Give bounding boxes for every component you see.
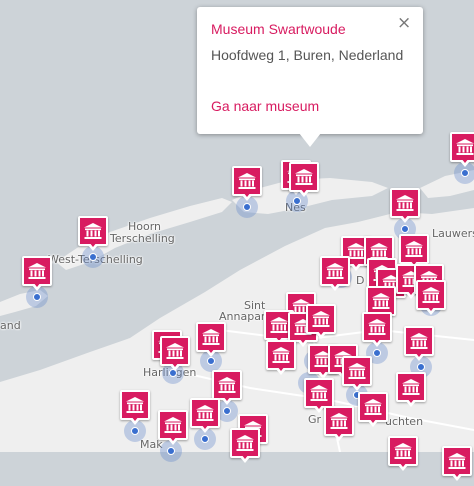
museum-marker[interactable] [22,256,52,296]
museum-marker[interactable] [388,436,418,476]
marker-tip [329,282,341,291]
marker-tip [451,472,463,481]
marker-tip [199,424,211,433]
museum-marker[interactable] [320,256,350,296]
marker-tip [31,282,43,291]
museum-marker[interactable] [450,132,474,172]
museum-marker[interactable] [306,304,336,344]
close-icon[interactable]: × [397,13,411,33]
marker-tip [221,396,233,405]
museum-marker[interactable] [358,392,388,432]
marker-tip [129,416,141,425]
place-label: uchten [385,415,424,428]
museum-marker[interactable] [324,406,354,446]
marker-tip [315,330,327,339]
marker-tip [241,192,253,201]
popup-title: Museum Swartwoude [211,21,346,37]
marker-tip [425,306,437,315]
marker-tip [87,242,99,251]
place-label: D [356,274,365,287]
place-label: and [0,319,21,332]
marker-tip [399,214,411,223]
marker-tip [405,398,417,407]
marker-tip [275,366,287,375]
marker-tip [167,436,179,445]
marker-tip [298,188,310,197]
place-label: Annapar [219,310,266,323]
museum-marker[interactable] [160,336,190,376]
museum-marker[interactable] [342,356,372,396]
place-label: Terschelling [110,232,175,245]
marker-tip [413,352,425,361]
museum-marker[interactable] [230,428,260,468]
museum-marker[interactable] [78,216,108,256]
popup-address: Hoofdweg 1, Buren, Nederland [211,47,404,63]
museum-marker[interactable] [404,326,434,366]
museum-marker[interactable] [196,322,226,362]
marker-tip [239,454,251,463]
marker-tip [350,262,362,271]
museum-marker[interactable] [416,280,446,320]
marker-tip [169,362,181,371]
marker-tip [351,382,363,391]
museum-marker[interactable] [190,398,220,438]
marker-tip [459,158,471,167]
place-label: Hoorn [128,220,162,233]
museum-popup: × Museum Swartwoude Hoofdweg 1, Buren, N… [197,7,423,147]
museum-marker[interactable] [289,162,319,202]
museum-marker[interactable] [362,312,392,352]
museum-marker[interactable] [396,372,426,412]
museum-marker[interactable] [390,188,420,228]
marker-tip [205,348,217,357]
go-to-museum-link[interactable]: Ga naar museum [211,98,319,114]
marker-tip [371,338,383,347]
place-label: Lauwersoo [432,227,474,240]
marker-tip [333,432,345,441]
museum-marker[interactable] [232,166,262,206]
museum-marker[interactable] [266,340,296,380]
marker-tip [397,462,409,471]
popup-arrow [299,133,321,147]
museum-marker[interactable] [442,446,472,486]
museum-marker[interactable] [158,410,188,450]
museum-marker[interactable] [120,390,150,430]
marker-tip [367,418,379,427]
